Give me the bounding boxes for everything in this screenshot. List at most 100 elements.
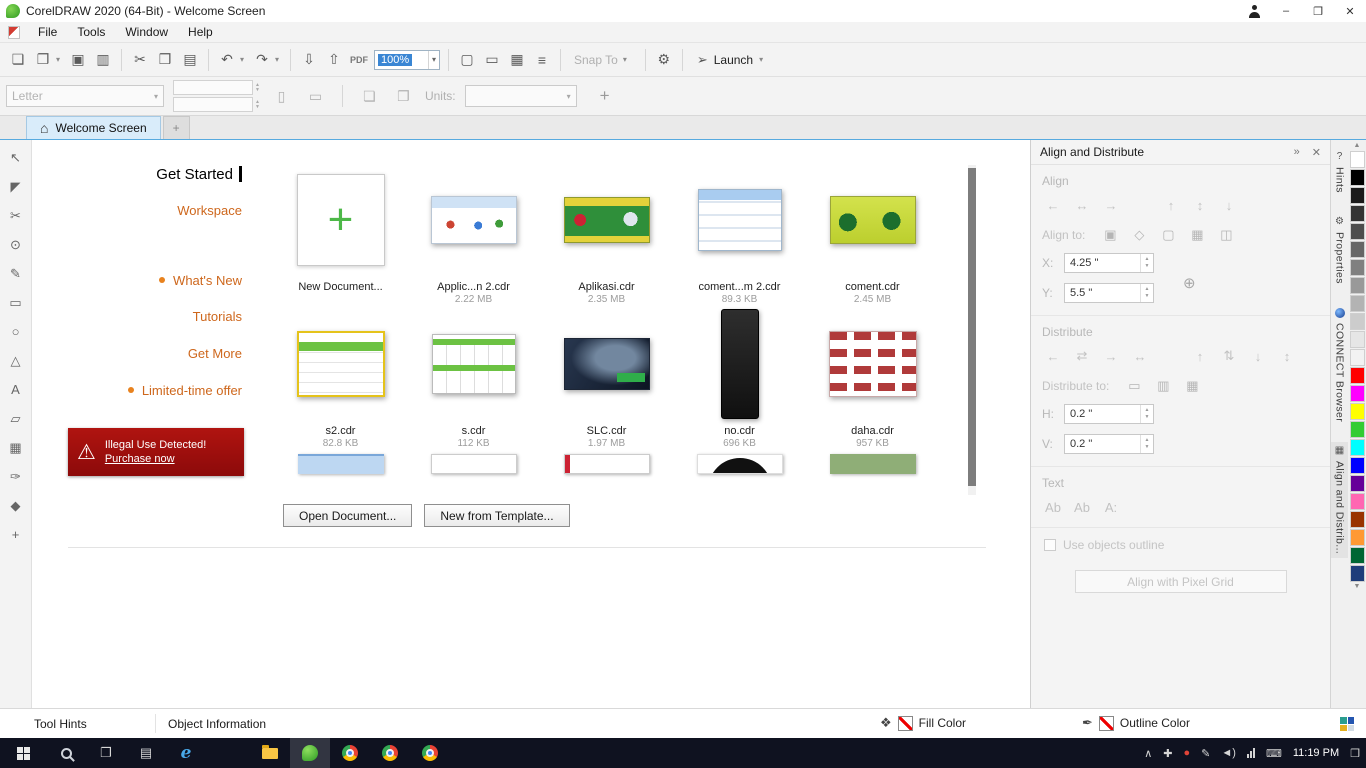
text-bounding-box-button[interactable]: A: [1100,497,1122,517]
pick-tool-icon[interactable]: ↖ [5,147,27,168]
h-input[interactable]: 0.2 " ▲ ▼ [1064,404,1154,424]
show-grid-icon[interactable]: ▦ [505,48,529,72]
action-center-icon[interactable]: ❒ [1350,747,1360,760]
document-thumbnail[interactable] [296,331,385,397]
text-tool-icon[interactable]: A [5,379,27,400]
color-swatch[interactable] [1349,295,1365,312]
extent-of-page-button[interactable]: ▥ [1152,376,1174,396]
publish-to-pdf-icon[interactable]: PDF [347,48,371,72]
nav-whats-new[interactable]: What's New [159,273,242,288]
copy-icon[interactable]: ❒ [153,48,177,72]
page-width-input[interactable] [173,80,253,95]
color-swatch[interactable] [1349,385,1365,402]
notification-badge-icon[interactable]: ● [1184,747,1191,759]
align-with-pixel-grid-button[interactable]: Align with Pixel Grid [1074,570,1287,593]
align-center-vertical-button[interactable]: ↕ [1189,195,1211,215]
color-swatch[interactable] [1349,421,1365,438]
touch-keyboard-icon[interactable]: ⌨ [1266,747,1282,760]
tab-properties[interactable]: ⚙ Properties [1331,213,1348,288]
page-height-input[interactable] [173,97,253,112]
new-document-card[interactable]: + New Document... [274,162,407,306]
redo-dropdown-icon[interactable]: ▾ [275,55,284,64]
color-swatch[interactable] [1349,547,1365,564]
tablet-mode-button[interactable]: ▤ [126,738,166,768]
recent-document[interactable]: Aplikasi.cdr 2.35 MB [540,162,673,306]
distribute-bottom-button[interactable]: ↕ [1276,346,1298,366]
v-spinner[interactable]: ▲ ▼ [1140,435,1153,453]
fullscreen-preview-icon[interactable]: ▢ [455,48,479,72]
polygon-tool-icon[interactable]: △ [5,350,27,371]
outline-color-indicator[interactable]: ✒ Outline Color [1082,715,1190,731]
align-left-button[interactable]: ← [1042,195,1064,215]
new-tab-button[interactable]: + [162,116,190,139]
docker-close-icon[interactable]: ✕ [1312,146,1321,159]
mesh-fill-tool-icon[interactable]: ▦ [5,437,27,458]
undo-icon[interactable]: ↶ [215,48,239,72]
text-baseline-last-line-button[interactable]: Ab [1071,497,1093,517]
clock[interactable]: 11:19 PM [1293,747,1339,759]
color-swatch[interactable] [1349,331,1365,348]
restore-button[interactable]: ❐ [1302,0,1334,22]
align-center-horizontal-button[interactable]: ↔ [1071,195,1093,215]
page-size-select[interactable]: Letter ▾ [6,85,164,107]
color-swatch[interactable] [1349,223,1365,240]
file-explorer-taskbar-icon[interactable] [250,738,290,768]
align-top-button[interactable]: ↑ [1160,195,1182,215]
menu-help[interactable]: Help [178,23,223,41]
palette-scroll-up-icon[interactable]: ▲ [1354,141,1361,150]
nav-get-started[interactable]: Get Started [156,166,242,183]
recent-document-partial[interactable] [829,454,916,474]
units-select[interactable]: ▾ [464,85,577,107]
y-spinner[interactable]: ▲ ▼ [1140,284,1153,302]
recent-document[interactable]: coment.cdr 2.45 MB [806,162,939,306]
color-swatch[interactable] [1349,241,1365,258]
recent-document[interactable]: coment...m 2.cdr 89.3 KB [673,162,806,306]
color-swatch[interactable] [1349,277,1365,294]
recent-document[interactable]: no.cdr 696 KB [673,306,806,450]
edge-taskbar-icon[interactable]: e [166,738,206,768]
color-swatch[interactable] [1349,187,1365,204]
fill-color-indicator[interactable]: ❖ Fill Color [880,715,966,731]
save-icon[interactable]: ▣ [66,48,90,72]
all-pages-button[interactable]: ❐ [391,84,416,109]
distribute-spacing-vertical-button[interactable]: ↓ [1247,346,1269,366]
text-baseline-first-line-button[interactable]: Ab [1042,497,1064,517]
ellipse-tool-icon[interactable]: ○ [5,321,27,342]
document-thumbnail[interactable] [430,196,517,244]
color-swatch[interactable] [1349,259,1365,276]
color-swatch[interactable] [1349,529,1365,546]
zoom-tool-icon[interactable]: ⊙ [5,234,27,255]
open-icon[interactable]: ❐ [31,48,55,72]
chrome-taskbar-icon[interactable] [330,738,370,768]
add-toolbar-button[interactable]: + [600,86,610,106]
recent-document[interactable]: s2.cdr 82.8 KB [274,306,407,450]
task-view-button[interactable]: ❐ [86,738,126,768]
interactive-fill-tool-icon[interactable]: ◆ [5,495,27,516]
document-thumbnail[interactable] [829,196,916,244]
illegal-use-banner[interactable]: ⚠ Illegal Use Detected! Purchase now [68,428,244,476]
landscape-button[interactable]: ▭ [303,84,328,109]
recent-document-partial[interactable] [297,454,384,474]
show-rulers-icon[interactable]: ▭ [480,48,504,72]
recent-document[interactable]: s.cdr 112 KB [407,306,540,450]
document-thumbnail[interactable] [431,334,516,394]
align-to-page-center-button[interactable]: ▢ [1157,225,1179,245]
color-swatch[interactable] [1349,169,1365,186]
new-document-thumbnail[interactable]: + [296,174,385,266]
x-input[interactable]: 4.25 " ▲ ▼ [1064,253,1154,273]
color-swatch[interactable] [1349,511,1365,528]
align-to-page-edge-button[interactable]: ◇ [1128,225,1150,245]
recent-document-partial[interactable] [696,454,783,474]
height-spinner[interactable]: ▲ ▼ [255,99,260,110]
show-guidelines-icon[interactable]: ≡ [530,48,554,72]
portrait-button[interactable]: ▯ [269,84,294,109]
security-shield-icon[interactable]: ✚ [1163,747,1172,760]
purchase-now-link[interactable]: Purchase now [105,452,207,466]
menu-file[interactable]: File [28,23,67,41]
palette-scroll-down-icon[interactable]: ▼ [1354,582,1361,591]
recent-document[interactable]: SLC.cdr 1.97 MB [540,306,673,450]
coreldraw-taskbar-icon[interactable] [290,738,330,768]
search-button[interactable] [46,738,86,768]
color-swatch[interactable] [1349,367,1365,384]
snap-to-dropdown[interactable]: Snap To ▾ [567,53,639,67]
